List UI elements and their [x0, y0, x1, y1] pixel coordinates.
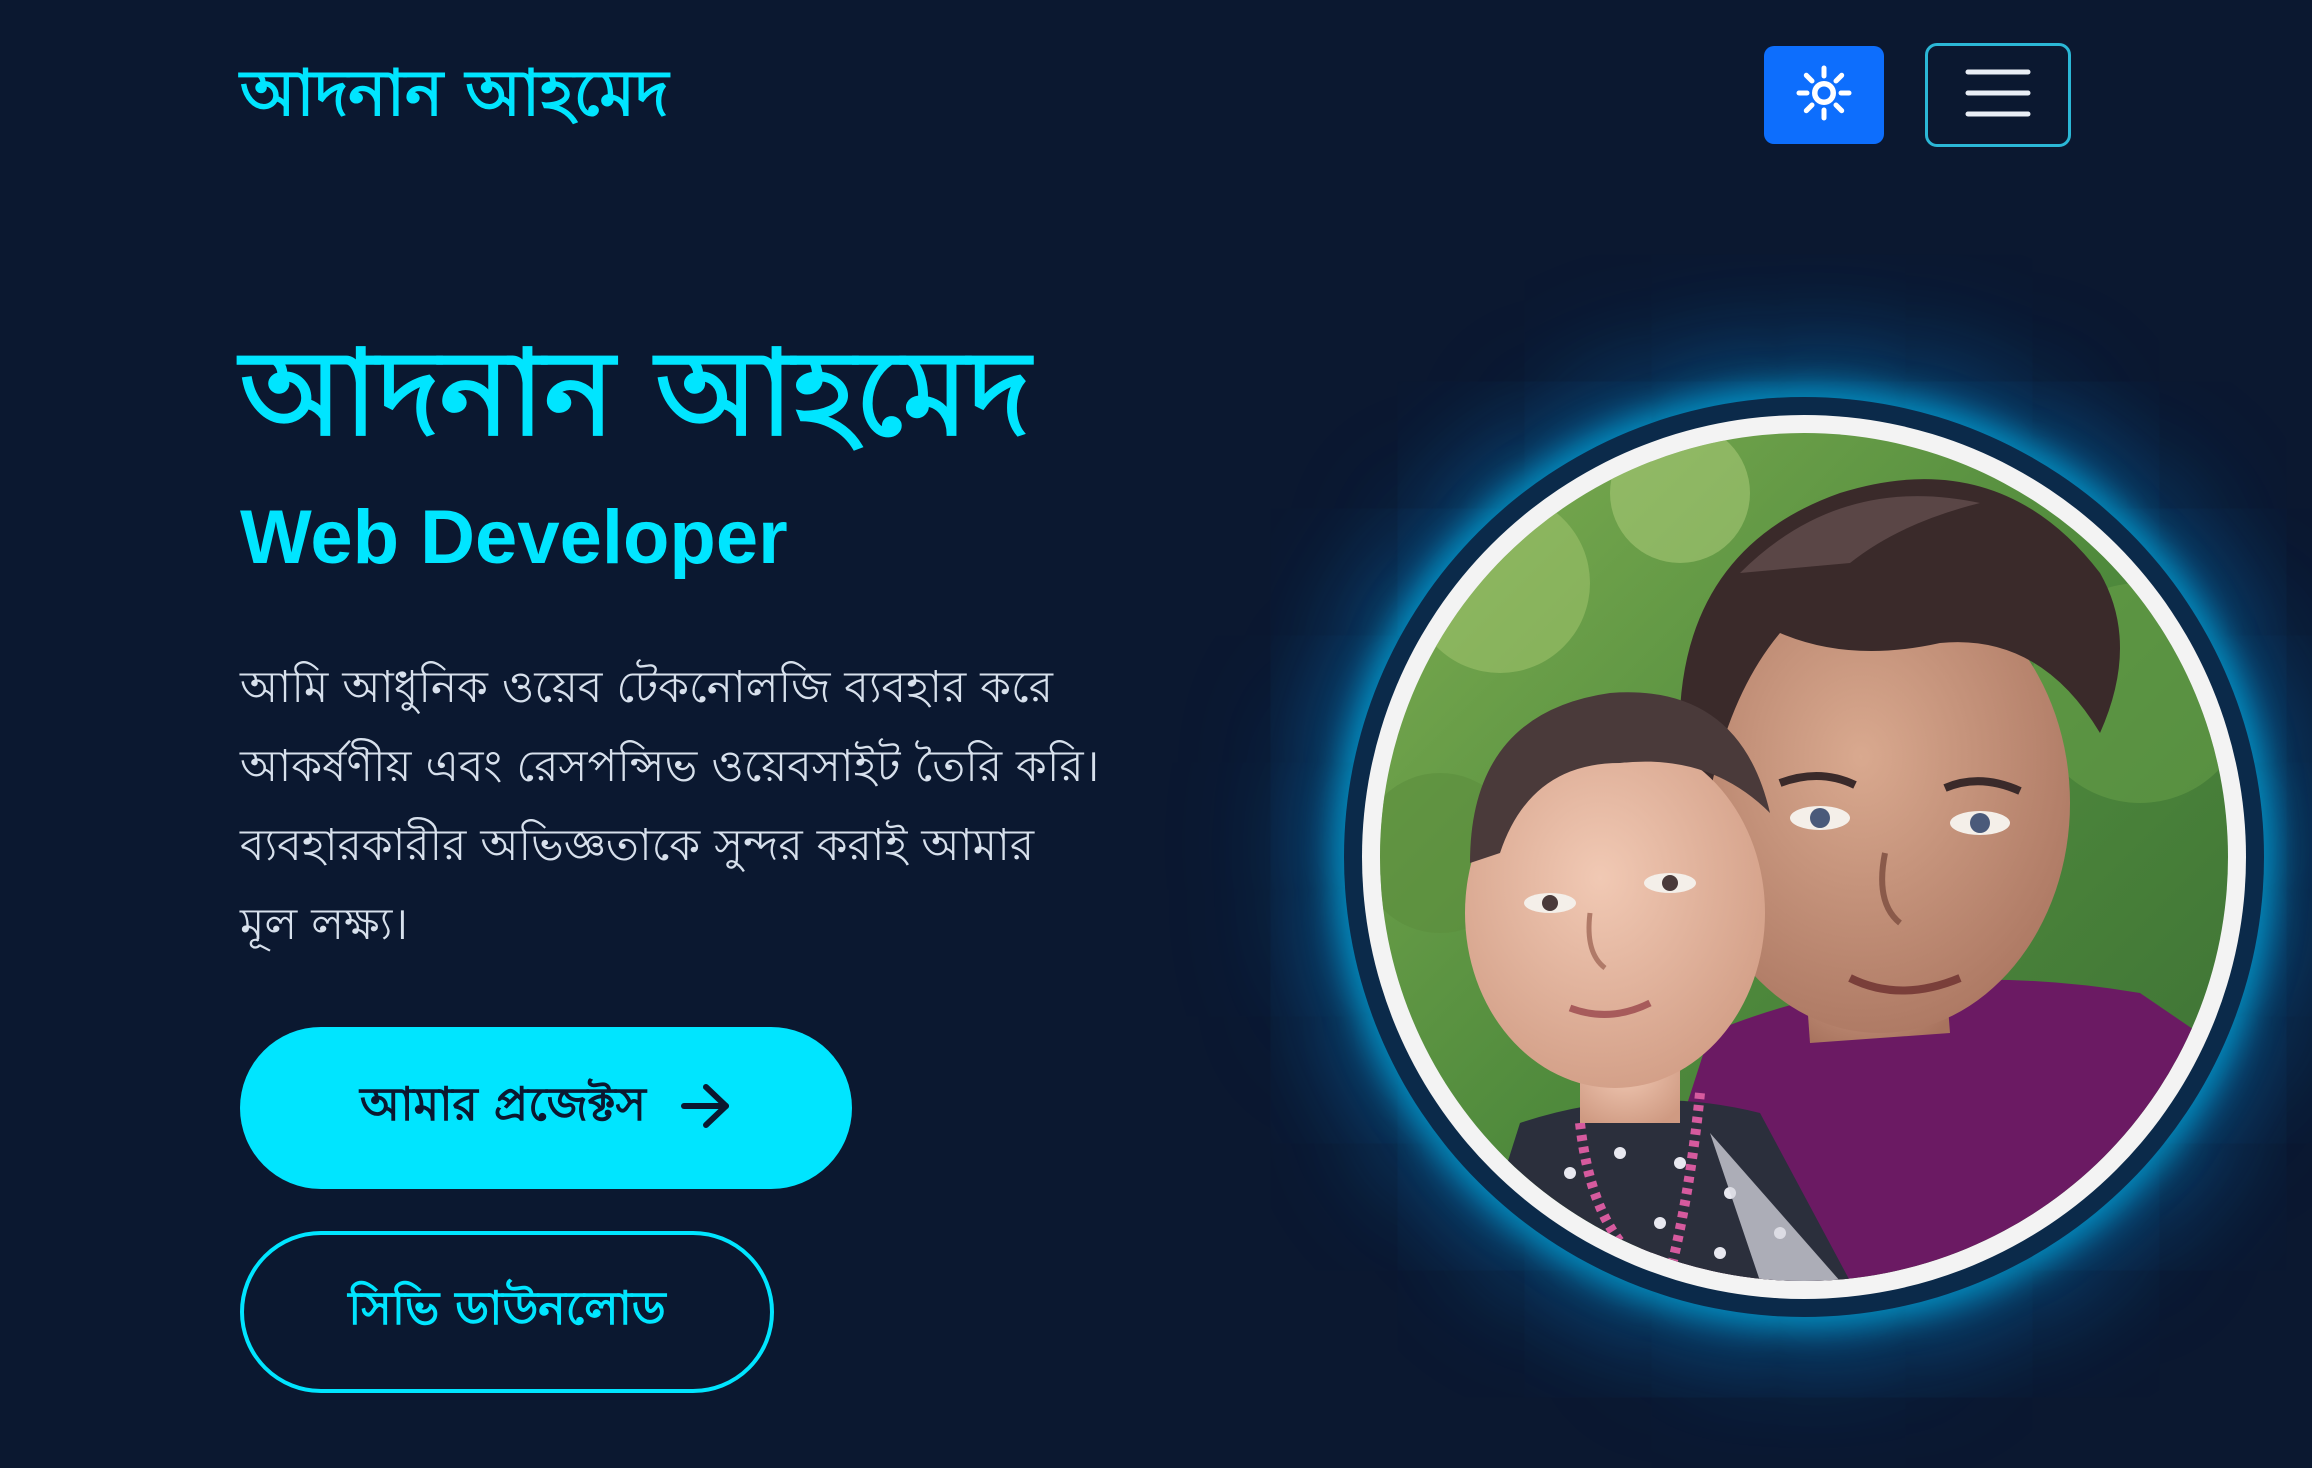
hero-description-line: মূল লক্ষ্য। [240, 899, 409, 950]
navbar-brand[interactable]: আদনান আহমেদ [240, 44, 669, 144]
theme-toggle-button[interactable] [1764, 46, 1884, 144]
cv-download-button-label: সিভি ডাউনলোড [348, 1281, 666, 1335]
arrow-right-icon [680, 1082, 732, 1134]
profile-photo-ring [1362, 415, 2246, 1299]
projects-button-label: আমার প্রজেক্টস [360, 1077, 646, 1131]
hamburger-menu-icon [1965, 68, 2031, 122]
hero-description: আমি আধুনিক ওয়েব টেকনোলজি ব্যবহার করে আক… [240, 648, 1300, 964]
profile-photo-frame [1344, 397, 2264, 1317]
hero-description-line: আকর্ষণীয় এবং রেসপন্সিভ ওয়েবসাইট তৈরি ক… [240, 741, 1100, 792]
menu-toggle-button[interactable] [1925, 43, 2071, 147]
sun-icon [1796, 65, 1852, 125]
hero-description-line: আমি আধুনিক ওয়েব টেকনোলজি ব্যবহার করে [240, 662, 1053, 713]
hero-description-line: ব্যবহারকারীর অভিজ্ঞতাকে সুন্দর করাই আমার [240, 820, 1035, 871]
hero-role: Web Developer [240, 495, 788, 580]
hero-name: আদনান আহমেদ [240, 324, 1031, 462]
cv-download-button[interactable]: সিভি ডাউনলোড [240, 1231, 774, 1393]
profile-photo [1380, 433, 2228, 1281]
projects-button[interactable]: আমার প্রজেক্টস [240, 1027, 852, 1189]
